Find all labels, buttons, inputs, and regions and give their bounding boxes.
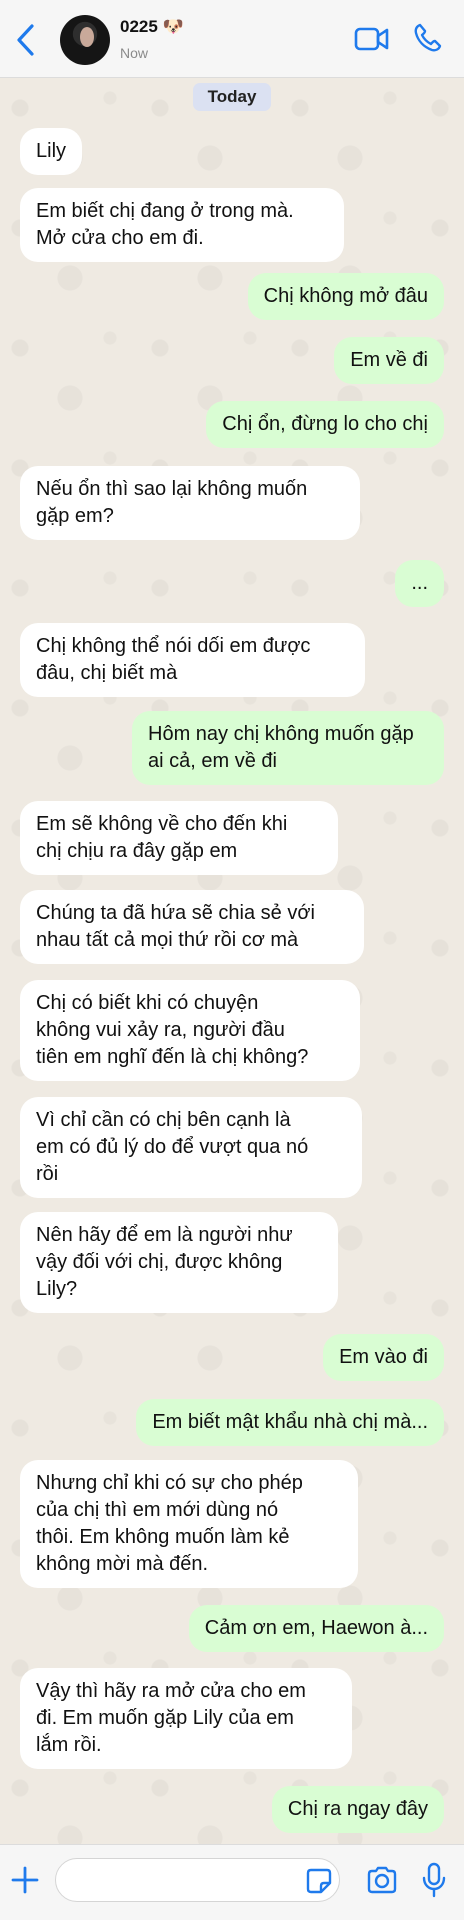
message-outgoing[interactable]: Hôm nay chị không muốn gặp ai cả, em về …: [132, 711, 444, 785]
message-incoming[interactable]: Chị có biết khi có chuyện không vui xảy …: [20, 980, 360, 1081]
message-composer: [0, 1844, 464, 1920]
message-incoming[interactable]: Lily: [20, 128, 83, 175]
avatar[interactable]: [60, 15, 110, 65]
message-outgoing[interactable]: Em vào đi: [323, 1334, 444, 1381]
message-incoming[interactable]: Chị không thể nói dối em được đâu, chị b…: [20, 623, 365, 697]
camera-icon[interactable]: [366, 1865, 398, 1895]
message-input[interactable]: [55, 1858, 340, 1902]
message-incoming[interactable]: Nên hãy để em là người như vậy đối với c…: [20, 1212, 338, 1313]
message-incoming[interactable]: Em biết chị đang ở trong mà. Mở cửa cho …: [20, 188, 344, 262]
message-incoming[interactable]: Nếu ổn thì sao lại không muốn gặp em?: [20, 466, 360, 540]
contact-name[interactable]: 0225 🐶: [120, 17, 184, 37]
message-incoming[interactable]: Chúng ta đã hứa sẽ chia sẻ với nhau tất …: [20, 890, 364, 964]
message-incoming[interactable]: Vì chỉ cần có chị bên cạnh là em có đủ l…: [20, 1097, 362, 1198]
message-outgoing[interactable]: Em về đi: [334, 337, 444, 384]
message-outgoing[interactable]: Chị ổn, đừng lo cho chị: [206, 401, 444, 448]
message-outgoing[interactable]: Chị ra ngay đây: [271, 1786, 444, 1833]
chevron-left-icon[interactable]: [12, 22, 40, 58]
microphone-icon[interactable]: [421, 1862, 447, 1898]
message-incoming[interactable]: Nhưng chỉ khi có sự cho phép của chị thì…: [20, 1460, 358, 1588]
contact-status: Now: [120, 45, 149, 61]
phone-icon[interactable]: [412, 22, 442, 54]
plus-icon[interactable]: [10, 1865, 40, 1895]
message-outgoing[interactable]: Chị không mở đâu: [247, 273, 444, 320]
date-label: Today: [193, 83, 271, 111]
video-camera-icon[interactable]: [354, 24, 390, 54]
message-outgoing[interactable]: ...: [395, 560, 444, 607]
message-outgoing[interactable]: Em biết mật khẩu nhà chị mà...: [136, 1399, 444, 1446]
message-incoming[interactable]: Vậy thì hãy ra mở cửa cho em đi. Em muốn…: [20, 1668, 352, 1769]
sticker-icon[interactable]: [305, 1867, 333, 1895]
message-incoming[interactable]: Em sẽ không về cho đến khi chị chịu ra đ…: [20, 801, 338, 875]
message-outgoing[interactable]: Cảm ơn em, Haewon à...: [188, 1605, 444, 1652]
chat-header: 0225 🐶 Now: [0, 0, 464, 78]
